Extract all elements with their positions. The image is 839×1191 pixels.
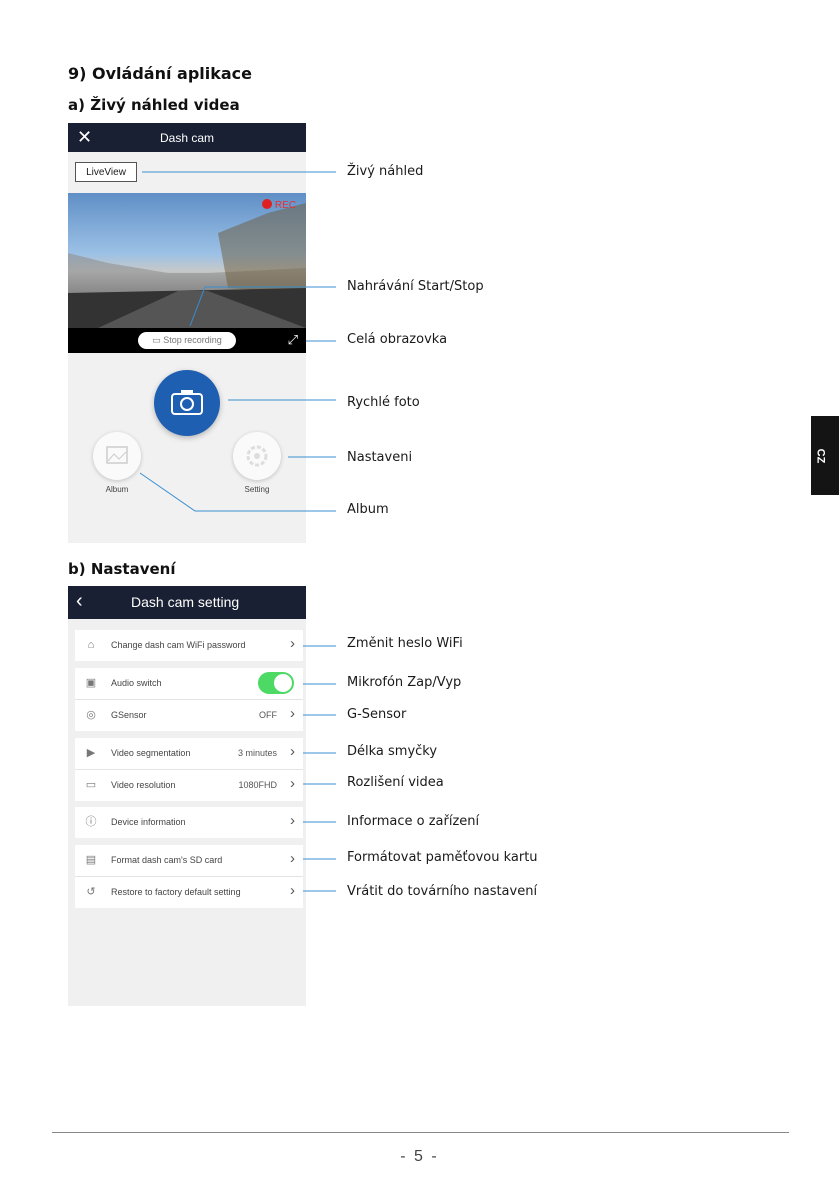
callout-record: Nahrávání Start/Stop [347, 279, 484, 294]
footer-divider [52, 1132, 789, 1133]
callout-album: Album [347, 502, 389, 517]
callout-wifi: Změnit heslo WiFi [347, 636, 463, 651]
callout-resolution: Rozlišení videa [347, 775, 444, 790]
callout-gsensor: G-Sensor [347, 707, 407, 722]
language-side-tab: CZ [811, 416, 839, 495]
callout-mic: Mikrofón Zap/Vyp [347, 675, 462, 690]
callout-loop: Délka smyčky [347, 744, 438, 759]
callout-live: Živý náhled [347, 164, 424, 179]
callout-photo: Rychlé foto [347, 395, 420, 410]
callout-format: Formátovat paměťovou kartu [347, 850, 538, 865]
language-tab-label: CZ [814, 448, 827, 464]
callout-fullscreen: Celá obrazovka [347, 332, 448, 347]
callout-settings: Nastaveni [347, 450, 413, 465]
callout-device: Informace o zařízení [347, 814, 480, 829]
page-number: - 5 - [400, 1148, 439, 1165]
callout-restore: Vrátit do továrního nastavení [347, 884, 538, 899]
